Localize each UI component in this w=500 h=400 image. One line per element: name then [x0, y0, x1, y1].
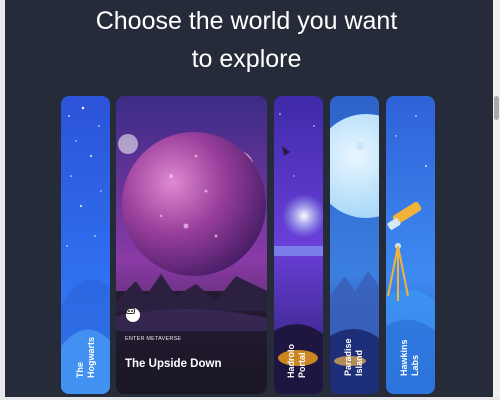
- world-name-hadrolo-portal: Hadrolo Portal: [286, 343, 307, 378]
- world-card-hadrolo-portal[interactable]: Hadrolo Portal: [274, 96, 323, 394]
- enter-metaverse-tag: ENTER METAVERSE: [125, 336, 182, 342]
- world-card-paradise-island[interactable]: Paradise Island: [330, 96, 379, 394]
- world-name-hogwarts: The Hogwarts: [75, 336, 96, 378]
- vr-headset-icon: [126, 308, 140, 322]
- page-title-line-1: Choose the world you want: [95, 7, 398, 35]
- world-name-paradise-island: Paradise Island: [343, 338, 364, 376]
- upside-down-artwork: [116, 96, 267, 394]
- world-name-upside-down: The Upside Down: [125, 358, 222, 370]
- world-card-hawkins-labs[interactable]: Hawkins Labs: [386, 96, 435, 394]
- world-name-hawkins-labs: Hawkins Labs: [399, 339, 420, 376]
- page-title: Choose the world you want to explore: [0, 2, 493, 78]
- world-card-upside-down[interactable]: ENTER METAVERSE The Upside Down: [116, 96, 267, 394]
- page-title-line-2: to explore: [191, 45, 302, 73]
- page-scrollbar[interactable]: [493, 0, 500, 400]
- world-card-hogwarts[interactable]: The Hogwarts: [61, 96, 110, 394]
- scrollbar-thumb[interactable]: [494, 96, 499, 120]
